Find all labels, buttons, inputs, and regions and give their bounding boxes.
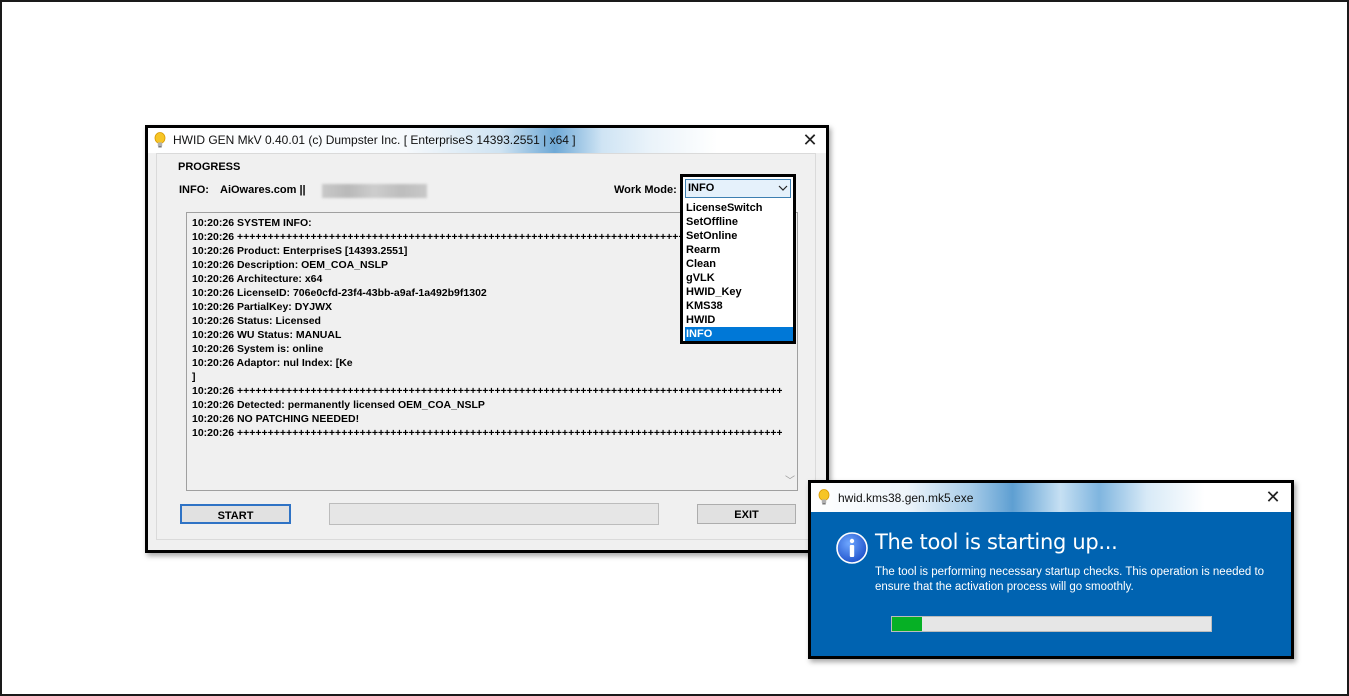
main-close-button[interactable]: ✕: [800, 130, 820, 150]
scroll-down-icon[interactable]: ﹀: [785, 472, 795, 487]
log-line: 10:20:26 +++++++++++++++++++++++++++++++…: [192, 427, 782, 439]
log-line: 10:20:26 NO PATCHING NEEDED!: [192, 413, 360, 425]
dialog-title: hwid.kms38.gen.mk5.exe: [838, 491, 974, 505]
log-line: 10:20:26 Adaptor: nul Index: [Ke: [192, 357, 353, 369]
work-mode-options: LicenseSwitch SetOffline SetOnline Rearm Cle…: [685, 201, 793, 341]
dialog-close-button[interactable]: ✕: [1263, 487, 1283, 507]
dialog-body-text: The tool is performing necessary startup…: [875, 566, 1265, 593]
info-label: INFO:: [179, 184, 209, 196]
work-mode-option-gvlk[interactable]: gVLK: [685, 271, 793, 285]
dialog-titlebar[interactable]: hwid.kms38.gen.mk5.exe ✕: [811, 483, 1291, 512]
lightbulb-icon: [818, 489, 830, 505]
work-mode-option-setonline[interactable]: SetOnline: [685, 229, 793, 243]
main-titlebar[interactable]: HWID GEN MkV 0.40.01 (c) Dumpster Inc. […: [148, 128, 826, 153]
work-mode-option-hwid[interactable]: HWID: [685, 313, 793, 327]
work-mode-option-hwid-key[interactable]: HWID_Key: [685, 285, 793, 299]
startup-progress-fill: [892, 617, 923, 631]
work-mode-option-rearm[interactable]: Rearm: [685, 243, 793, 257]
main-window-title: HWID GEN MkV 0.40.01 (c) Dumpster Inc. […: [173, 133, 576, 147]
start-button[interactable]: START: [180, 504, 291, 524]
lightbulb-icon: [154, 132, 166, 148]
startup-dialog: hwid.kms38.gen.mk5.exe ✕ The tool is sta…: [808, 480, 1294, 659]
log-line: 10:20:26 System is: online: [192, 343, 324, 355]
work-mode-select[interactable]: INFO: [685, 179, 791, 198]
work-mode-dropdown[interactable]: INFO LicenseSwitch SetOffline SetOnline Rea…: [680, 174, 796, 344]
redacted-info: [322, 184, 427, 198]
work-mode-selected-value: INFO: [688, 182, 715, 194]
main-progress-bar: [329, 503, 659, 525]
log-line: 10:20:26 Detected: permanently licensed …: [192, 399, 485, 411]
info-value: AiOwares.com ||: [220, 184, 306, 196]
log-line: ]: [192, 371, 196, 383]
work-mode-option-clean[interactable]: Clean: [685, 257, 793, 271]
work-mode-option-kms38[interactable]: KMS38: [685, 299, 793, 313]
startup-progress-bar: [891, 616, 1212, 632]
work-mode-label: Work Mode:: [614, 184, 677, 196]
progress-group-label: PROGRESS: [178, 161, 241, 173]
chevron-down-icon[interactable]: [778, 183, 788, 193]
exit-button[interactable]: EXIT: [697, 504, 796, 524]
work-mode-option-info[interactable]: INFO: [685, 327, 793, 341]
info-icon: [836, 532, 868, 564]
dialog-heading: The tool is starting up...: [875, 530, 1118, 554]
work-mode-option-licenseswitch[interactable]: LicenseSwitch: [685, 201, 793, 215]
log-line: 10:20:26 +++++++++++++++++++++++++++++++…: [192, 385, 782, 397]
work-mode-option-setoffline[interactable]: SetOffline: [685, 215, 793, 229]
